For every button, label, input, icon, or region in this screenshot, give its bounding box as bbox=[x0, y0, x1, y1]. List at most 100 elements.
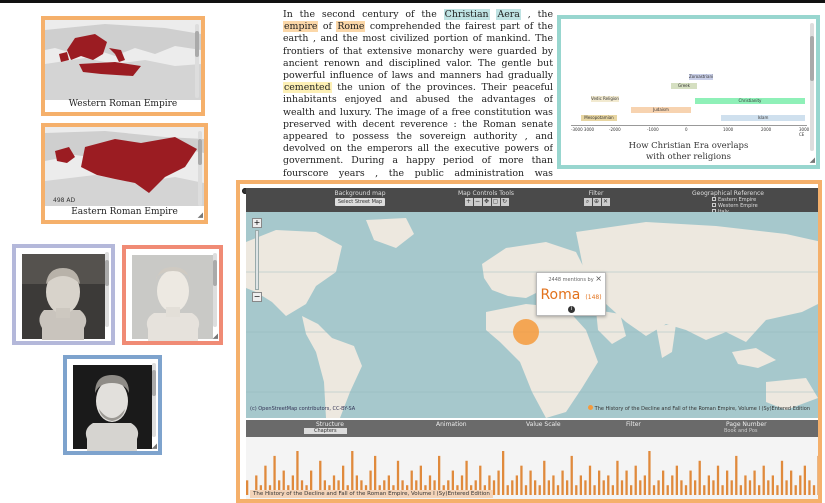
frequency-bar bbox=[680, 480, 683, 495]
resize-handle-icon[interactable]: ◢ bbox=[213, 333, 218, 340]
select-tool-icon[interactable]: ▢ bbox=[491, 198, 500, 206]
trajan-scrollbar[interactable] bbox=[213, 253, 217, 327]
religions-timeline-chart: Mesopotamian Religion Vedic Religion Judai… bbox=[571, 59, 809, 137]
frequency-bar bbox=[602, 480, 605, 495]
timeline-caption-line1: How Christian Era overlaps bbox=[628, 141, 749, 151]
background-map-label: Background map bbox=[334, 190, 386, 197]
zoom-out-icon[interactable]: − bbox=[252, 292, 262, 302]
map-controls-label: Map Controls Tools bbox=[457, 190, 515, 197]
religions-timeline-panel: Mesopotamian Religion Vedic Religion Judai… bbox=[557, 15, 820, 169]
frequency-bar bbox=[785, 480, 788, 495]
search-icon[interactable]: ⌕ bbox=[583, 198, 592, 206]
frequency-bar bbox=[529, 470, 532, 495]
zoom-out-tool-icon[interactable]: − bbox=[473, 198, 482, 206]
timeline-bar[interactable]: Judaism bbox=[631, 107, 691, 113]
eastern-map-scrollbar[interactable] bbox=[198, 131, 202, 206]
sparkline-toolbar-label: Value Scale bbox=[526, 421, 561, 428]
frequency-bar bbox=[739, 485, 742, 495]
world-map-basemap bbox=[246, 212, 818, 418]
highlighted-entity[interactable]: Aera bbox=[496, 9, 521, 20]
passage-text: the union of the provinces. Their peacef… bbox=[283, 82, 553, 179]
highlighted-entity[interactable]: cemented bbox=[283, 82, 332, 94]
timeline-tick-label: 0 bbox=[685, 127, 688, 132]
eastern-empire-map bbox=[45, 127, 204, 206]
background-map-select[interactable]: Select Street Map bbox=[334, 198, 386, 206]
frequency-bar bbox=[730, 480, 733, 495]
frequency-bar bbox=[780, 460, 784, 495]
text-frequency-chart[interactable]: The History of the Decline and Fall of t… bbox=[246, 437, 818, 499]
info-icon[interactable]: i bbox=[568, 306, 575, 313]
timeline-scrollbar[interactable] bbox=[810, 23, 814, 151]
sparkline-toolbar-label: Animation bbox=[436, 421, 467, 428]
world-map[interactable]: + − 2448 mentions by Roma (148) × i (c) … bbox=[246, 212, 818, 418]
highlighted-entity[interactable]: empire bbox=[283, 21, 319, 33]
frequency-bar bbox=[634, 465, 637, 495]
frequency-bar bbox=[538, 485, 541, 495]
hadrian-scrollbar[interactable] bbox=[152, 363, 156, 437]
frequency-bar bbox=[689, 470, 692, 495]
timeline-bar[interactable]: Mesopotamian Religion bbox=[581, 115, 617, 121]
frequency-bar bbox=[707, 475, 710, 495]
page-number-value: Book and Pos bbox=[724, 428, 758, 434]
timeline-bar[interactable]: Zoroastrianism bbox=[689, 74, 713, 80]
highlighted-entity[interactable]: Christian bbox=[443, 9, 490, 20]
legend-swatch bbox=[588, 405, 594, 410]
map-toolbar: Background map Select Street Map Map Con… bbox=[246, 188, 818, 215]
resize-handle-icon[interactable]: ◢ bbox=[198, 212, 203, 219]
timeline-bar[interactable]: Christianity bbox=[695, 98, 805, 104]
western-map-scrollbar[interactable] bbox=[195, 24, 199, 98]
trajan-bust-image bbox=[132, 255, 213, 341]
timeline-bar[interactable]: Islam bbox=[721, 115, 805, 121]
map-dashboard-panel: Background map Select Street Map Map Con… bbox=[236, 180, 822, 503]
book-title-bar: The History of the Decline and Fall of t… bbox=[250, 490, 493, 498]
popup-close-icon[interactable]: × bbox=[595, 274, 602, 283]
frequency-bar bbox=[534, 480, 537, 495]
frequency-bar bbox=[657, 480, 660, 495]
eastern-map-caption: Eastern Roman Empire bbox=[71, 207, 178, 217]
frequency-bar bbox=[556, 485, 560, 495]
refresh-tool-icon[interactable]: ↻ bbox=[500, 198, 509, 206]
timeline-tick-label: 2000 bbox=[761, 127, 772, 132]
frequency-bar bbox=[666, 485, 669, 495]
roma-bubble[interactable] bbox=[513, 319, 539, 345]
nerva-scrollbar[interactable] bbox=[105, 252, 109, 327]
hadrian-portrait-panel: ◢ bbox=[63, 355, 162, 455]
map-legend: The History of the Decline and Fall of t… bbox=[588, 405, 810, 412]
frequency-bar bbox=[351, 451, 354, 495]
frequency-bar bbox=[515, 475, 518, 495]
zoom-in-tool-icon[interactable]: + bbox=[464, 198, 473, 206]
frequency-bar bbox=[748, 480, 752, 495]
nerva-portrait-panel bbox=[12, 244, 115, 345]
frequency-bar bbox=[630, 485, 633, 495]
roma-popup-title: Roma bbox=[540, 287, 581, 303]
frequency-bar bbox=[808, 480, 811, 495]
checkbox-icon[interactable] bbox=[712, 203, 716, 207]
frequency-bar bbox=[246, 480, 249, 495]
frequency-bar bbox=[762, 465, 765, 495]
checkbox-icon[interactable] bbox=[712, 197, 716, 201]
zoom-filter-icon[interactable]: ⊕ bbox=[592, 198, 601, 206]
highlighted-entity[interactable]: Rome bbox=[336, 21, 366, 33]
timeline-tick-label: 1000 bbox=[723, 127, 734, 132]
frequency-bar bbox=[648, 451, 651, 495]
map-zoom-slider[interactable]: + − bbox=[252, 218, 262, 312]
resize-handle-icon[interactable]: ◢ bbox=[152, 443, 157, 450]
frequency-bar bbox=[698, 460, 701, 495]
timeline-caption-line2: with other religions bbox=[645, 152, 732, 162]
passage-text: , the bbox=[520, 9, 553, 20]
eastern-empire-map-panel: 498 AD Eastern Roman Empire ◢ bbox=[41, 123, 208, 224]
passage-text: In the second century of the bbox=[283, 9, 444, 20]
pan-tool-icon[interactable]: ✥ bbox=[482, 198, 491, 206]
timeline-bar[interactable]: Vedic Religion bbox=[591, 96, 619, 102]
frequency-bar bbox=[790, 470, 793, 495]
timeline-bar[interactable]: Greek Religion bbox=[671, 83, 697, 89]
frequency-bar bbox=[566, 480, 569, 495]
clear-filter-icon[interactable]: ✕ bbox=[601, 198, 610, 206]
frequency-bar bbox=[771, 475, 774, 495]
zoom-in-icon[interactable]: + bbox=[252, 218, 262, 228]
frequency-bar bbox=[616, 460, 619, 495]
western-empire-map-panel: Western Roman Empire bbox=[41, 16, 205, 116]
resize-handle-icon[interactable]: ◢ bbox=[810, 157, 815, 164]
frequency-bar bbox=[620, 480, 624, 495]
structure-select[interactable]: Chapters bbox=[304, 428, 347, 434]
